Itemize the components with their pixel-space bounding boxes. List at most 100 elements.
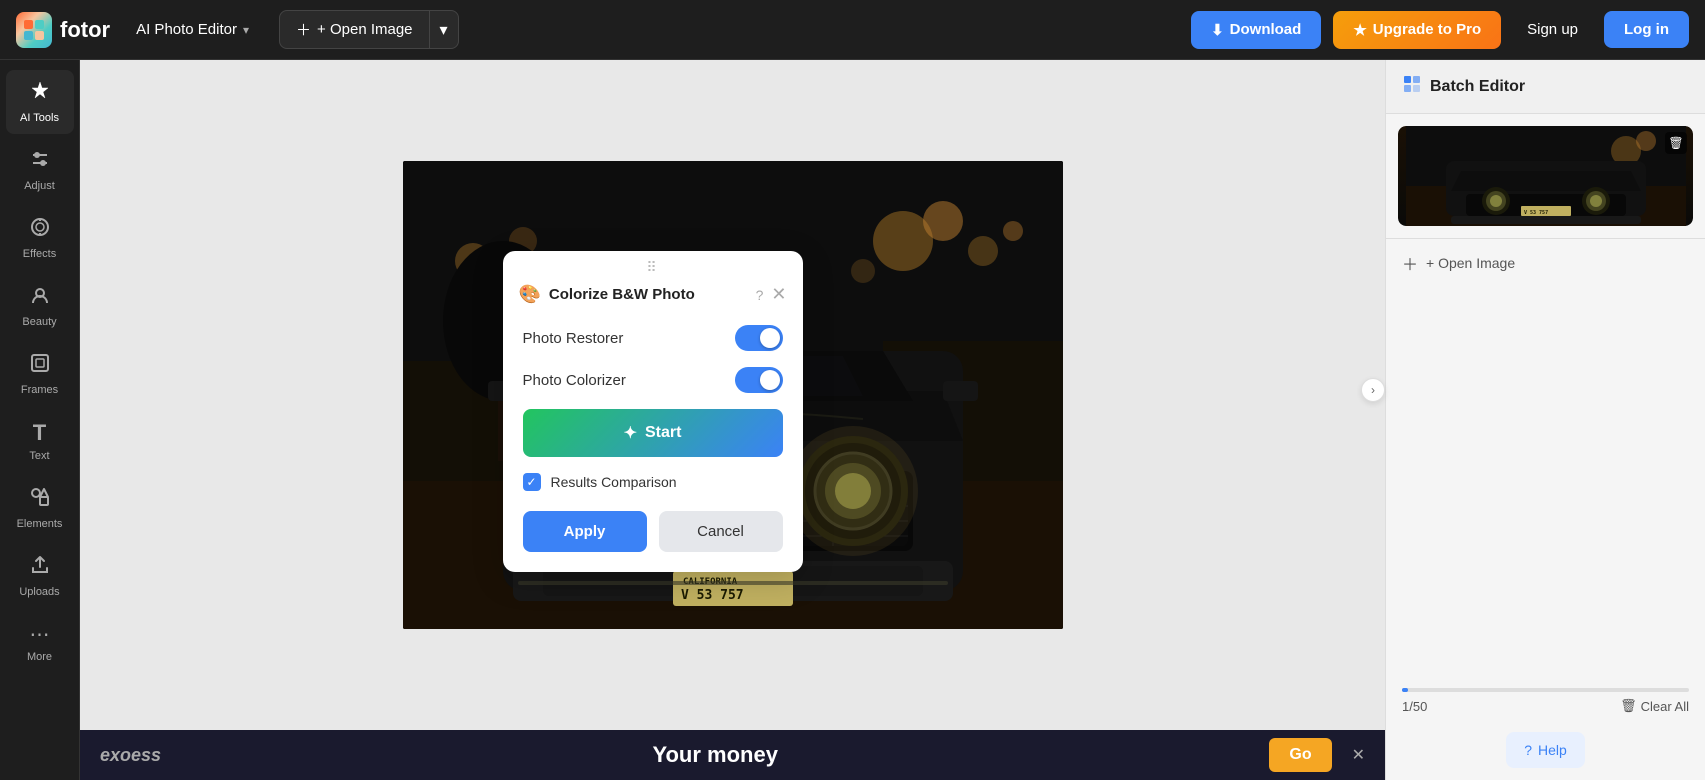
- batch-editor-icon: [1402, 74, 1422, 99]
- chevron-right-icon: ›: [1371, 383, 1375, 397]
- batch-image-delete-button[interactable]: 🗑: [1665, 132, 1687, 154]
- signup-label: Sign up: [1527, 21, 1578, 38]
- photo-restorer-toggle[interactable]: [735, 325, 783, 351]
- photo-restorer-row: Photo Restorer: [523, 325, 783, 351]
- results-comparison-checkbox[interactable]: ✓: [523, 473, 541, 491]
- plus-icon: ＋: [296, 19, 311, 40]
- canvas-area: CALIFORNIA V 53 757: [80, 60, 1385, 780]
- left-sidebar: AI Tools Adjust: [0, 60, 80, 780]
- signup-button[interactable]: Sign up: [1513, 11, 1592, 48]
- main-layout: AI Tools Adjust: [0, 60, 1705, 780]
- download-icon: ⬇: [1211, 21, 1224, 39]
- cancel-button[interactable]: Cancel: [659, 511, 783, 552]
- progress-text: 1/50: [1402, 699, 1427, 714]
- progress-fill: [1402, 688, 1408, 692]
- progress-area: 1/50 🗑 Clear All: [1386, 680, 1705, 722]
- star-icon: ★: [1353, 21, 1366, 39]
- beauty-icon: [29, 284, 51, 312]
- sidebar-item-ai-tools[interactable]: AI Tools: [6, 70, 74, 134]
- download-button[interactable]: ⬇ Download: [1191, 11, 1321, 49]
- batch-editor-header: Batch Editor: [1386, 60, 1705, 114]
- sidebar-collapse-arrow[interactable]: ›: [1361, 378, 1385, 402]
- start-button[interactable]: ✦ Start: [523, 409, 783, 457]
- login-button[interactable]: Log in: [1604, 11, 1689, 48]
- svg-text:V 53 757: V 53 757: [1524, 210, 1548, 216]
- batch-editor-title: Batch Editor: [1430, 78, 1525, 96]
- help-circle-icon: ?: [1524, 742, 1532, 758]
- right-sidebar-spacer: [1386, 287, 1705, 680]
- editor-select[interactable]: AI Photo Editor ▾: [126, 15, 259, 44]
- batch-thumb-svg: V 53 757: [1406, 126, 1686, 226]
- batch-image-preview: V 53 757 🗑: [1398, 126, 1693, 226]
- adjust-icon: [29, 148, 51, 176]
- more-icon: ⋯: [30, 622, 50, 647]
- plus-icon: ＋: [1402, 251, 1418, 275]
- topbar: fotor AI Photo Editor ▾ ＋ + Open Image ▾…: [0, 0, 1705, 60]
- trash-icon: 🗑: [1620, 698, 1637, 714]
- sidebar-item-frames[interactable]: Frames: [6, 342, 74, 406]
- ad-banner: exoess Your money Go ✕: [80, 730, 1385, 780]
- canvas-container: CALIFORNIA V 53 757: [80, 60, 1385, 730]
- help-button[interactable]: ? Help: [1506, 732, 1585, 768]
- progress-info: 1/50 🗑 Clear All: [1402, 698, 1689, 714]
- elements-icon: [29, 486, 51, 514]
- effects-icon: [29, 216, 51, 244]
- results-comparison-label: Results Comparison: [551, 474, 677, 490]
- batch-image-thumb: V 53 757 🗑: [1398, 126, 1693, 226]
- panel-title: Colorize B&W Photo: [549, 286, 748, 303]
- photo-colorizer-toggle[interactable]: [735, 367, 783, 393]
- clear-all-button[interactable]: 🗑 Clear All: [1620, 698, 1689, 714]
- help-label: Help: [1538, 742, 1567, 758]
- results-comparison-row: ✓ Results Comparison: [523, 473, 783, 491]
- panel-action-buttons: Apply Cancel: [523, 511, 783, 552]
- open-image-label: + Open Image: [317, 21, 412, 38]
- sidebar-item-label-adjust: Adjust: [24, 180, 55, 192]
- upgrade-label: Upgrade to Pro: [1373, 21, 1481, 38]
- open-image-main[interactable]: ＋ + Open Image: [280, 11, 430, 48]
- open-image-button[interactable]: ＋ + Open Image ▾: [279, 10, 459, 49]
- login-label: Log in: [1624, 21, 1669, 38]
- sidebar-item-label-elements: Elements: [17, 518, 63, 530]
- sidebar-item-label-more: More: [27, 651, 52, 663]
- sidebar-item-text[interactable]: T Text: [6, 410, 74, 472]
- panel-close-button[interactable]: ✕: [771, 284, 786, 305]
- help-icon[interactable]: ?: [756, 287, 764, 303]
- fotor-logo-icon: [16, 12, 52, 48]
- sidebar-item-uploads[interactable]: Uploads: [6, 544, 74, 608]
- upgrade-button[interactable]: ★ Upgrade to Pro: [1333, 11, 1501, 49]
- ad-text-left: exoess: [100, 745, 161, 766]
- panel-header: 🎨 Colorize B&W Photo ? ✕: [503, 280, 803, 317]
- text-icon: T: [33, 420, 46, 446]
- chevron-down-icon: ▾: [440, 22, 448, 39]
- logo-area: fotor: [16, 12, 110, 48]
- editor-select-label: AI Photo Editor: [136, 21, 237, 38]
- close-icon: ✕: [1352, 747, 1365, 764]
- ad-cta-button[interactable]: Go: [1269, 738, 1331, 772]
- open-image-panel-button[interactable]: ＋ + Open Image: [1386, 238, 1705, 287]
- ad-close-button[interactable]: ✕: [1352, 745, 1365, 765]
- ai-tools-icon: [29, 80, 51, 108]
- uploads-icon: [29, 554, 51, 582]
- sidebar-item-elements[interactable]: Elements: [6, 476, 74, 540]
- sidebar-item-label-ai-tools: AI Tools: [20, 112, 59, 124]
- clear-all-label: Clear All: [1641, 699, 1689, 714]
- trash-icon: 🗑: [1668, 136, 1683, 150]
- sidebar-item-label-frames: Frames: [21, 384, 58, 396]
- colorize-panel: ⠿ 🎨 Colorize B&W Photo ? ✕ Photo Restore…: [503, 251, 803, 572]
- progress-bar: [1402, 688, 1689, 692]
- panel-body: Photo Restorer Photo Colorizer: [503, 317, 803, 572]
- right-sidebar: Batch Editor: [1385, 60, 1705, 780]
- wand-icon: ✦: [624, 423, 637, 443]
- logo-text: fotor: [60, 17, 110, 43]
- sidebar-item-beauty[interactable]: Beauty: [6, 274, 74, 338]
- photo-colorizer-label: Photo Colorizer: [523, 372, 626, 389]
- sidebar-item-more[interactable]: ⋯ More: [6, 612, 74, 673]
- sidebar-item-adjust[interactable]: Adjust: [6, 138, 74, 202]
- open-image-dropdown-arrow[interactable]: ▾: [430, 12, 458, 48]
- open-image-panel-label: + Open Image: [1426, 255, 1515, 271]
- apply-button[interactable]: Apply: [523, 511, 647, 552]
- frames-icon: [29, 352, 51, 380]
- download-label: Download: [1230, 21, 1302, 38]
- sidebar-item-effects[interactable]: Effects: [6, 206, 74, 270]
- photo-restorer-label: Photo Restorer: [523, 330, 624, 347]
